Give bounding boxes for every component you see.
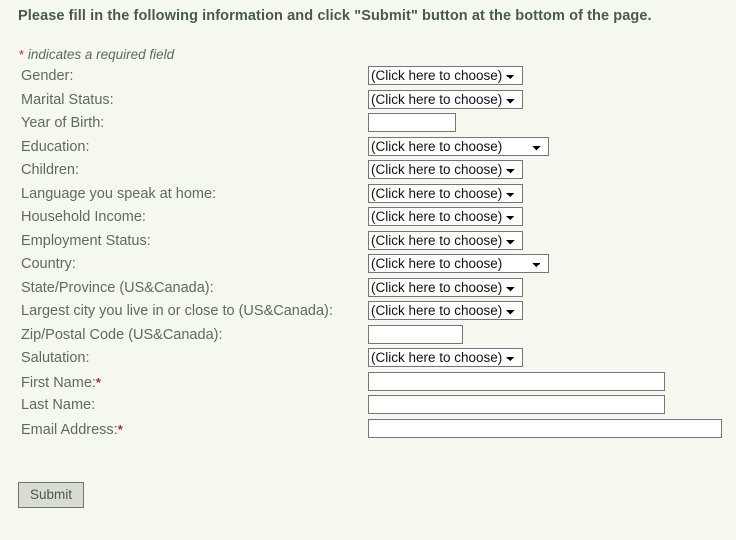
label-zip-postal-code: Zip/Postal Code (US&Canada): bbox=[21, 326, 223, 345]
label-text: Education: bbox=[21, 138, 90, 155]
profile-form: Gender: (Click here to choose) Marital Sta… bbox=[0, 66, 736, 442]
control-language-at-home: (Click here to choose) bbox=[368, 183, 523, 203]
control-largest-city: (Click here to choose) bbox=[368, 301, 523, 320]
control-first-name bbox=[368, 371, 665, 391]
control-children: (Click here to choose) bbox=[368, 160, 523, 179]
control-country: (Click here to choose) bbox=[368, 254, 549, 273]
label-marital-status: Marital Status: bbox=[21, 91, 114, 110]
required-note-text: indicates a required field bbox=[27, 47, 175, 62]
label-text: Zip/Postal Code (US&Canada): bbox=[21, 326, 223, 343]
form-row-zip-postal-code: Zip/Postal Code (US&Canada): bbox=[0, 324, 736, 349]
label-first-name: First Name:* bbox=[21, 373, 101, 393]
form-row-year-of-birth: Year of Birth: bbox=[0, 113, 736, 137]
label-last-name: Last Name: bbox=[21, 396, 95, 415]
control-household-income: (Click here to choose) bbox=[368, 207, 523, 226]
form-row-state-province: State/Province (US&Canada): (Click here t… bbox=[0, 277, 736, 302]
form-row-email-address: Email Address:* bbox=[0, 418, 736, 443]
label-state-province: State/Province (US&Canada): bbox=[21, 279, 214, 298]
select-household-income[interactable]: (Click here to choose) bbox=[368, 207, 523, 226]
label-household-income: Household Income: bbox=[21, 208, 146, 227]
form-row-first-name: First Name:* bbox=[0, 371, 736, 396]
form-row-salutation: Salutation: (Click here to choose) bbox=[0, 348, 736, 372]
label-text: Language you speak at home: bbox=[21, 185, 217, 202]
page-title: Please fill in the following information… bbox=[18, 8, 652, 24]
input-first-name[interactable] bbox=[368, 371, 665, 391]
control-last-name bbox=[368, 395, 665, 414]
control-email-address bbox=[368, 418, 722, 438]
form-row-largest-city: Largest city you live in or close to (US… bbox=[0, 301, 736, 325]
select-state-province[interactable]: (Click here to choose) bbox=[368, 277, 523, 297]
label-text: Country: bbox=[21, 256, 76, 272]
label-email-address: Email Address:* bbox=[21, 420, 123, 440]
form-row-marital-status: Marital Status: (Click here to choose) bbox=[0, 89, 736, 114]
form-row-employment-status: Employment Status: (Click here to choose) bbox=[0, 230, 736, 255]
input-email-address[interactable] bbox=[368, 418, 722, 438]
label-text: Children: bbox=[21, 162, 80, 178]
input-year-of-birth[interactable] bbox=[368, 113, 456, 132]
submit-button-container: Submit bbox=[18, 482, 85, 508]
label-gender: Gender: bbox=[21, 67, 73, 86]
label-education: Education: bbox=[21, 138, 90, 157]
required-asterisk-icon: * bbox=[95, 374, 101, 390]
label-text: Gender: bbox=[21, 68, 74, 84]
label-text: Employment Status: bbox=[21, 232, 151, 249]
label-text: Email Address: bbox=[21, 421, 118, 438]
select-education[interactable]: (Click here to choose) bbox=[368, 136, 549, 156]
label-language-at-home: Language you speak at home: bbox=[21, 185, 216, 204]
label-employment-status: Employment Status: bbox=[21, 232, 151, 251]
label-country: Country: bbox=[21, 255, 76, 274]
input-zip-postal-code[interactable] bbox=[368, 324, 463, 344]
label-text: Salutation: bbox=[21, 350, 90, 366]
control-employment-status: (Click here to choose) bbox=[368, 230, 523, 250]
control-salutation: (Click here to choose) bbox=[368, 348, 523, 367]
form-row-household-income: Household Income: (Click here to choose) bbox=[0, 207, 736, 231]
control-marital-status: (Click here to choose) bbox=[368, 89, 523, 109]
select-marital-status[interactable]: (Click here to choose) bbox=[368, 89, 523, 109]
label-year-of-birth: Year of Birth: bbox=[21, 114, 104, 133]
select-children[interactable]: (Click here to choose) bbox=[368, 160, 523, 179]
select-country[interactable]: (Click here to choose) bbox=[368, 254, 549, 273]
survey-form-page: Please fill in the following information… bbox=[0, 0, 736, 540]
label-text: Last Name: bbox=[21, 397, 96, 413]
control-year-of-birth bbox=[368, 113, 456, 132]
select-language-at-home[interactable]: (Click here to choose) bbox=[368, 183, 523, 203]
form-row-children: Children: (Click here to choose) bbox=[0, 160, 736, 184]
label-text: Largest city you live in or close to (US… bbox=[21, 303, 333, 319]
select-salutation[interactable]: (Click here to choose) bbox=[368, 348, 523, 367]
control-education: (Click here to choose) bbox=[368, 136, 549, 156]
select-largest-city[interactable]: (Click here to choose) bbox=[368, 301, 523, 320]
label-text: First Name: bbox=[21, 374, 96, 391]
label-text: Year of Birth: bbox=[21, 115, 105, 131]
input-last-name[interactable] bbox=[368, 395, 665, 414]
label-children: Children: bbox=[21, 161, 79, 180]
control-state-province: (Click here to choose) bbox=[368, 277, 523, 297]
select-gender[interactable]: (Click here to choose) bbox=[368, 66, 523, 85]
form-row-country: Country: (Click here to choose) bbox=[0, 254, 736, 278]
label-text: Marital Status: bbox=[21, 91, 114, 108]
required-asterisk-icon: * bbox=[117, 421, 123, 437]
select-employment-status[interactable]: (Click here to choose) bbox=[368, 230, 523, 250]
label-text: Household Income: bbox=[21, 209, 146, 225]
label-largest-city: Largest city you live in or close to (US… bbox=[21, 302, 333, 321]
control-zip-postal-code bbox=[368, 324, 463, 344]
control-gender: (Click here to choose) bbox=[368, 66, 523, 85]
required-asterisk-icon: * bbox=[19, 47, 25, 62]
required-field-note: * indicates a required field bbox=[19, 47, 174, 62]
form-row-gender: Gender: (Click here to choose) bbox=[0, 66, 736, 90]
label-text: State/Province (US&Canada): bbox=[21, 279, 214, 296]
form-row-education: Education: (Click here to choose) bbox=[0, 136, 736, 161]
submit-button[interactable]: Submit bbox=[18, 482, 85, 508]
label-salutation: Salutation: bbox=[21, 349, 90, 368]
form-row-language-at-home: Language you speak at home: (Click here t… bbox=[0, 183, 736, 208]
form-row-last-name: Last Name: bbox=[0, 395, 736, 419]
